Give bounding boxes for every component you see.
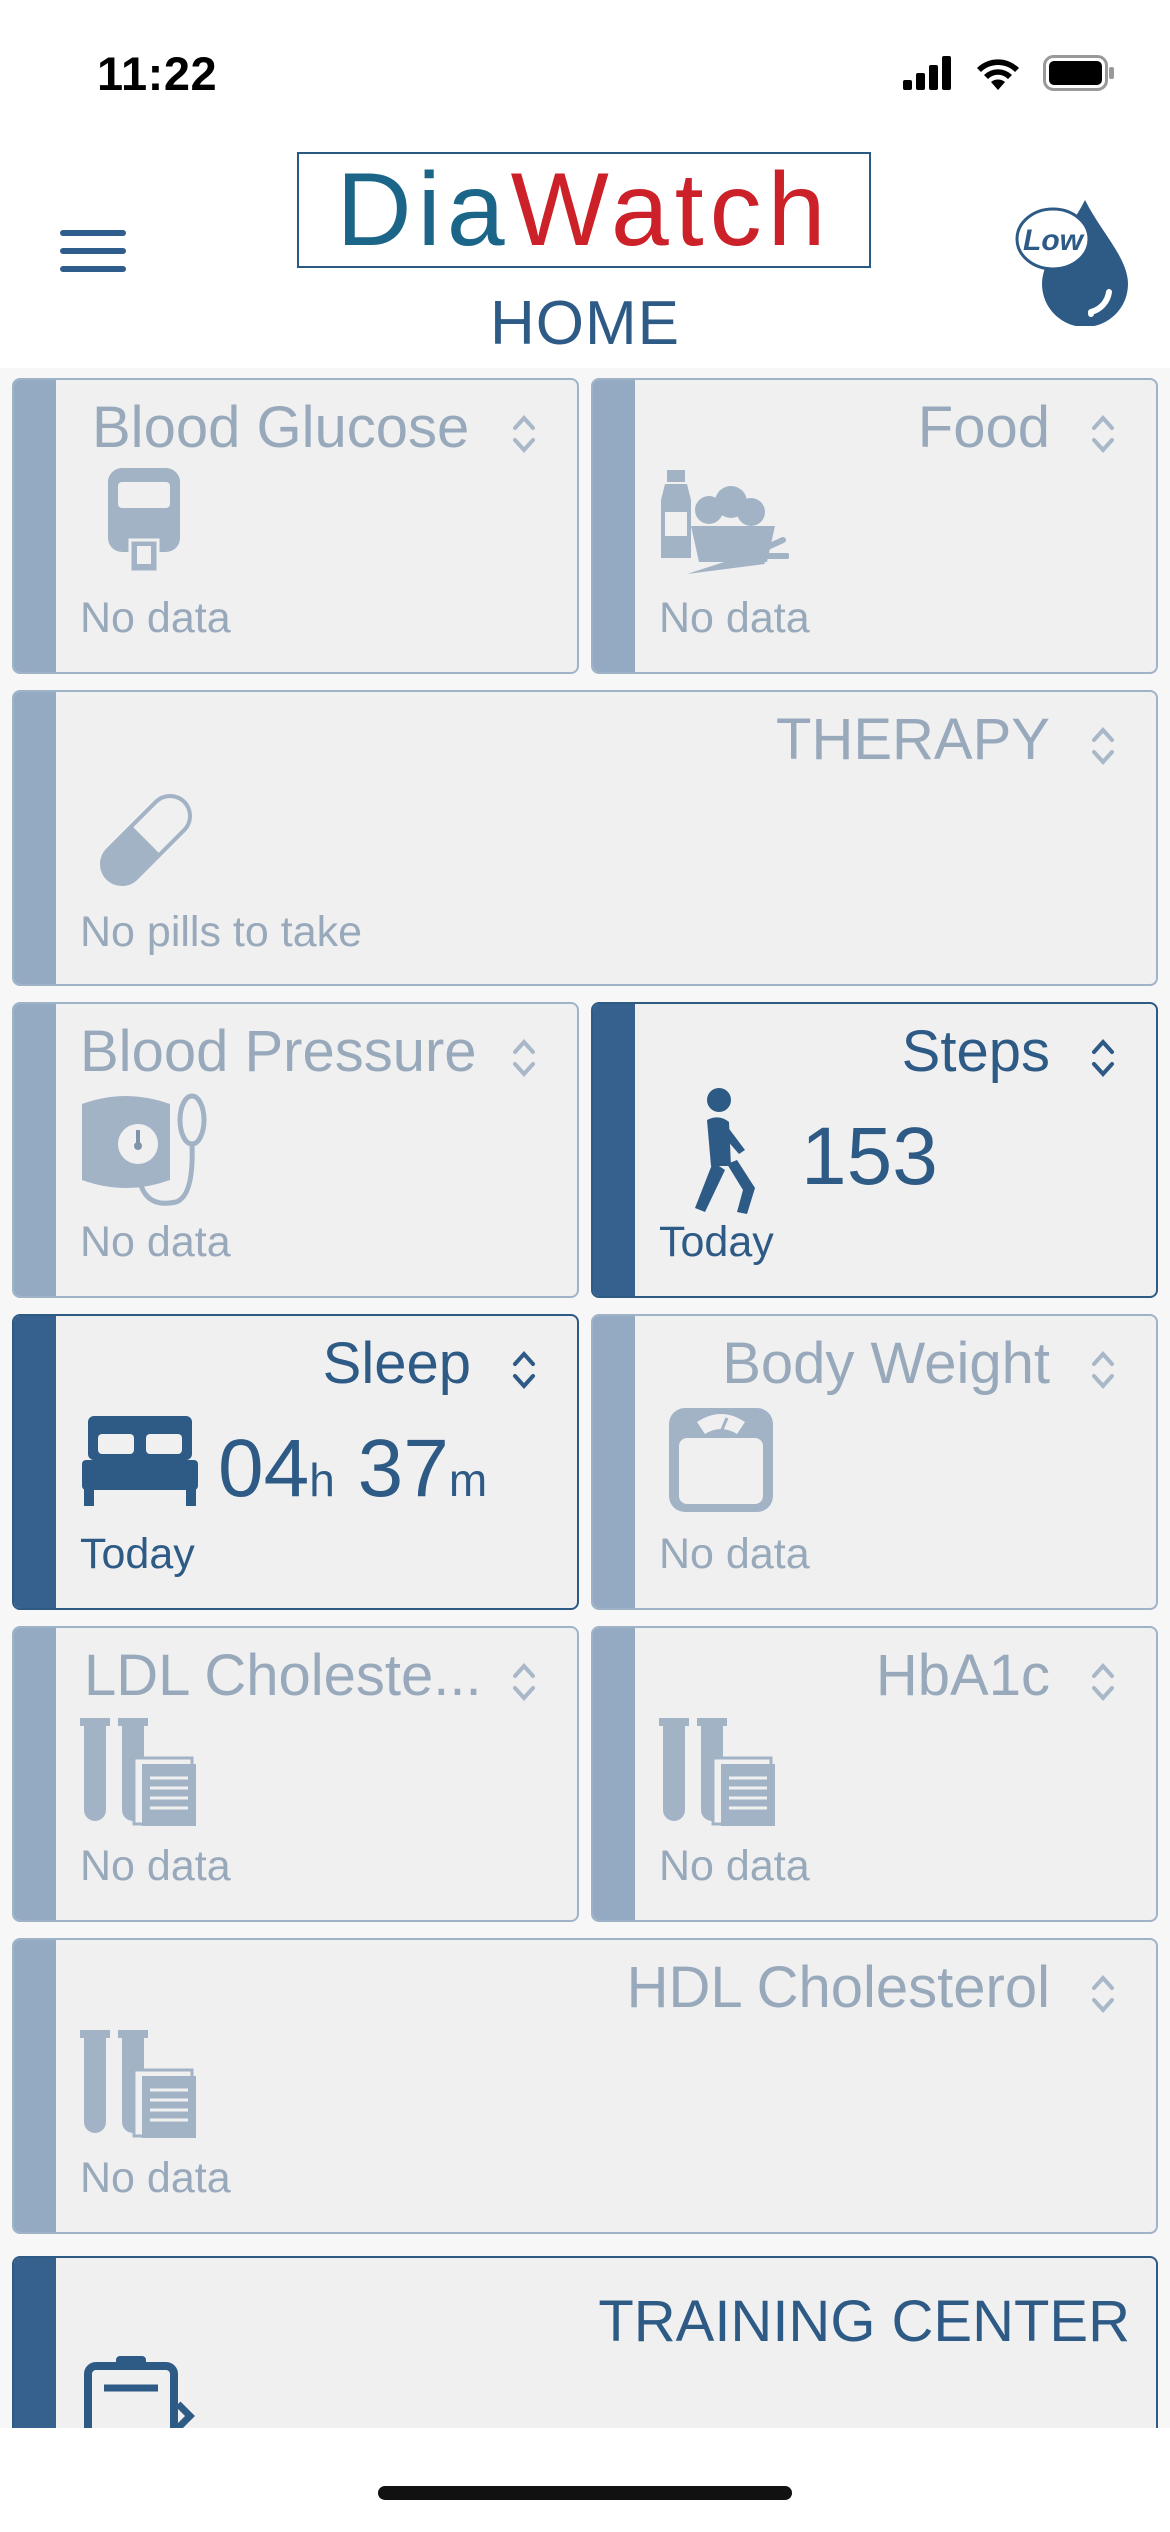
menu-line-icon <box>60 248 126 254</box>
menu-line-icon <box>60 230 126 236</box>
menu-line-icon <box>60 266 126 272</box>
food-card[interactable]: Food No data <box>591 378 1158 674</box>
card-value: No data <box>659 1530 810 1578</box>
card-accent-bar <box>14 2258 56 2428</box>
glucose-drop-icon: Low <box>1015 200 1128 327</box>
card-title: Food <box>917 395 1050 460</box>
logo-text-watch: Watch <box>510 152 832 268</box>
sort-icon[interactable] <box>1090 720 1116 772</box>
card-value: No data <box>659 1842 810 1890</box>
hba1c-card[interactable]: HbA1c No data <box>591 1626 1158 1922</box>
sort-icon[interactable] <box>1090 1968 1116 2020</box>
glucometer-icon <box>108 468 180 574</box>
card-accent-bar <box>14 1940 56 2232</box>
pill-icon <box>99 793 193 887</box>
clipboard-icon <box>84 2356 195 2428</box>
hdl-cholesterol-card[interactable]: HDL Cholesterol No data <box>12 1938 1158 2234</box>
card-value: No data <box>80 594 231 642</box>
steps-card[interactable]: Steps 153 Today <box>591 1002 1158 1298</box>
card-caption: Today <box>659 1218 774 1266</box>
training-center-card[interactable]: TRAINING CENTER <box>12 2256 1158 2428</box>
app-header: Dia Watch HOME Low <box>0 140 1170 368</box>
blood-pressure-card[interactable]: Blood Pressure No data <box>12 1002 579 1298</box>
sleep-hours-unit: h <box>309 1454 335 1506</box>
lab-test-tubes-icon <box>80 2030 196 2138</box>
battery-icon <box>1043 55 1114 91</box>
card-title: THERAPY <box>776 707 1050 772</box>
sort-icon[interactable] <box>511 1344 537 1396</box>
card-accent-bar <box>14 1316 56 1608</box>
sleep-duration: 04h 37m <box>218 1422 487 1516</box>
sort-icon[interactable] <box>511 1656 537 1708</box>
card-title: Blood Pressure <box>80 1019 477 1084</box>
card-title: HbA1c <box>875 1643 1050 1708</box>
bed-icon <box>82 1416 198 1506</box>
dashboard-grid: Blood Glucose No data Food No data THERA… <box>0 368 1170 2428</box>
card-title: LDL Choleste... <box>84 1643 482 1708</box>
app-logo: Dia Watch <box>297 152 871 268</box>
sleep-minutes: 37 <box>357 1423 449 1514</box>
card-accent-bar <box>14 692 56 984</box>
body-weight-card[interactable]: Body Weight No data <box>591 1314 1158 1610</box>
card-accent-bar <box>593 1004 635 1296</box>
card-accent-bar <box>593 1316 635 1608</box>
card-value: No data <box>80 2154 231 2202</box>
page-title: HOME <box>490 289 680 358</box>
therapy-card[interactable]: THERAPY No pills to take <box>12 690 1158 986</box>
sort-icon[interactable] <box>1090 1344 1116 1396</box>
card-value: No pills to take <box>80 908 363 956</box>
ldl-cholesterol-card[interactable]: LDL Choleste... No data <box>12 1626 579 1922</box>
logo-text-dia: Dia <box>336 152 511 268</box>
walking-person-icon <box>695 1088 755 1214</box>
lab-test-tubes-icon <box>659 1718 775 1826</box>
card-title: HDL Cholesterol <box>626 1955 1050 2020</box>
sleep-minutes-unit: m <box>448 1454 488 1506</box>
groceries-icon <box>661 470 789 574</box>
card-caption: Today <box>80 1530 195 1578</box>
card-accent-bar <box>14 380 56 672</box>
hamburger-menu-button[interactable] <box>60 222 128 278</box>
card-title: TRAINING CENTER <box>598 2289 1130 2354</box>
card-title: Sleep <box>322 1331 471 1396</box>
card-value: No data <box>659 594 810 642</box>
card-accent-bar <box>14 1004 56 1296</box>
home-indicator[interactable] <box>378 2486 792 2500</box>
sleep-card[interactable]: Sleep 04h 37m Today <box>12 1314 579 1610</box>
card-value: No data <box>80 1218 231 1266</box>
lab-test-tubes-icon <box>80 1718 196 1826</box>
status-bar: 11:22 <box>0 0 1170 140</box>
card-accent-bar <box>593 1628 635 1920</box>
sort-icon[interactable] <box>511 408 537 460</box>
card-title: Steps <box>901 1019 1050 1084</box>
status-time: 11:22 <box>97 47 218 100</box>
card-title: Body Weight <box>722 1331 1050 1396</box>
card-accent-bar <box>14 1628 56 1920</box>
card-value: No data <box>80 1842 231 1890</box>
sort-icon[interactable] <box>1090 408 1116 460</box>
status-icons <box>903 52 1115 94</box>
sort-icon[interactable] <box>511 1032 537 1084</box>
sort-icon[interactable] <box>1090 1032 1116 1084</box>
sort-icon[interactable] <box>1090 1656 1116 1708</box>
sleep-hours: 04 <box>218 1423 310 1514</box>
card-title: Blood Glucose <box>92 395 470 460</box>
low-glucose-badge[interactable]: Low <box>1013 196 1133 327</box>
badge-label: Low <box>1023 224 1085 257</box>
blood-glucose-card[interactable]: Blood Glucose No data <box>12 378 579 674</box>
scale-icon <box>669 1408 773 1512</box>
cellular-signal-icon <box>903 56 951 90</box>
steps-count: 153 <box>801 1111 938 1202</box>
blood-pressure-monitor-icon <box>82 1093 207 1206</box>
card-accent-bar <box>593 380 635 672</box>
wifi-icon <box>977 59 1019 90</box>
